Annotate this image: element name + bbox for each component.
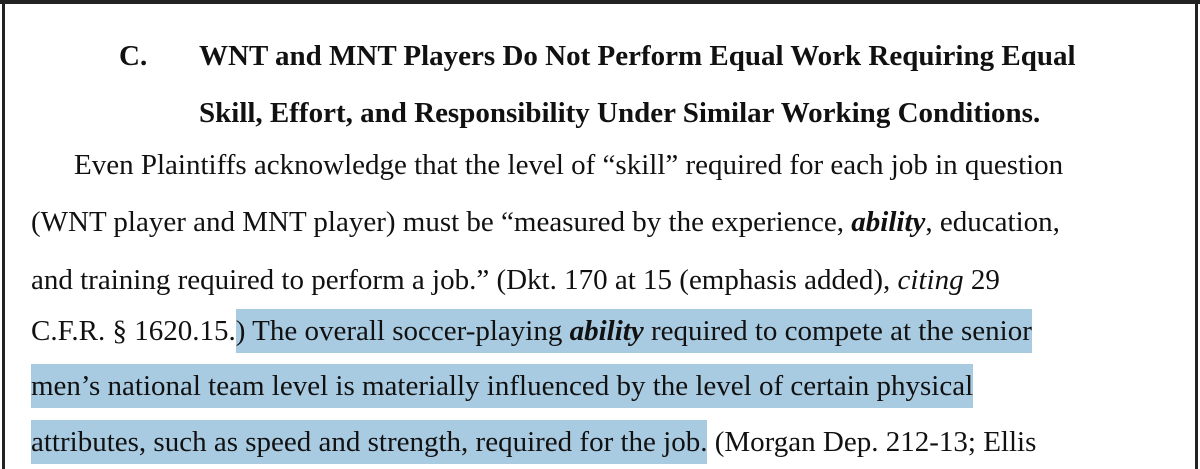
body-text: C.F.R. § 1620.15.: [31, 315, 236, 347]
section-heading-line-1: WNT and MNT Players Do Not Perform Equal…: [199, 40, 1076, 72]
page-border-right: [1195, 0, 1198, 469]
body-text-line-6: attributes, such as speed and strength, …: [31, 420, 1037, 464]
body-text-line-5: men’s national team level is materially …: [31, 364, 974, 408]
body-text-line-1: Even Plaintiffs acknowledge that the lev…: [74, 149, 1064, 181]
highlighted-text: men’s national team level is materially …: [31, 364, 974, 408]
highlighted-text: ) The overall soccer-playing ability req…: [235, 309, 1032, 353]
highlighted-text: attributes, such as speed and strength, …: [31, 420, 708, 464]
body-text-line-3: and training required to perform a job.”…: [31, 260, 1000, 300]
body-text: ) The overall soccer-playing: [235, 315, 570, 347]
italic-citing: citing: [897, 264, 964, 296]
body-text-line-4: C.F.R. § 1620.15.) The overall soccer-pl…: [31, 309, 1032, 353]
page-border-left: [2, 0, 5, 469]
body-text-line-2: (WNT player and MNT player) must be “mea…: [31, 202, 1060, 242]
section-letter: C.: [119, 40, 148, 72]
body-text: (Morgan Dep. 212-13; Ellis: [707, 426, 1037, 458]
body-text: and training required to perform a job.”…: [31, 264, 898, 296]
emphasis-ability: ability: [569, 315, 644, 347]
body-text: 29: [963, 264, 1000, 296]
body-text: required to compete at the senior: [643, 315, 1032, 347]
section-heading-line-2: Skill, Effort, and Responsibility Under …: [199, 97, 1041, 129]
document-page: C. WNT and MNT Players Do Not Perform Eq…: [0, 0, 1200, 469]
page-border-top: [0, 0, 1200, 4]
emphasis-ability: ability: [851, 206, 926, 238]
body-text: , education,: [925, 206, 1060, 238]
body-text: (WNT player and MNT player) must be “mea…: [31, 206, 852, 238]
